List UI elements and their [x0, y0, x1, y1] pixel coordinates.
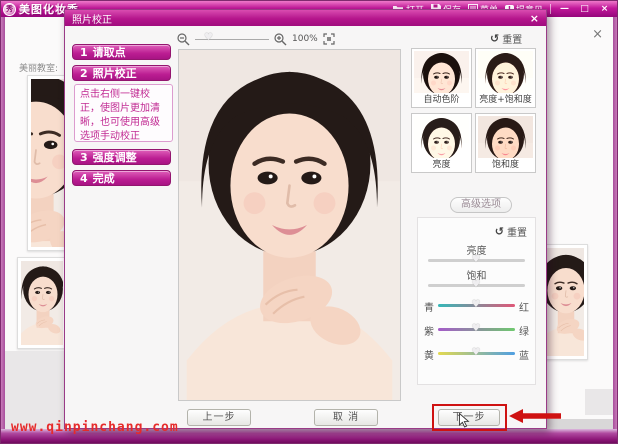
step-label: 完成 [93, 170, 115, 186]
annotation-arrow [509, 409, 561, 423]
app-window: 秀 美图化妆秀 打开 保存 菜单 ! 提意见 — □ × [0, 0, 618, 444]
preset-label: 亮度 [412, 158, 471, 172]
yellow-blue-slider[interactable]: ♥ [438, 352, 515, 355]
preset-auto-levels[interactable]: 自动色阶 [411, 48, 472, 108]
fit-screen-icon[interactable] [323, 33, 335, 45]
slider-thumb[interactable]: ♥ [472, 324, 481, 334]
yellow-label: 黄 [424, 347, 434, 362]
panel-placeholder [585, 389, 615, 415]
step-1-pill: 1 请取点 [72, 44, 171, 60]
purple-green-slider[interactable]: ♥ [438, 328, 515, 331]
watermark-text: www.qinpinchang.com [11, 420, 179, 435]
toolbar-separator [550, 4, 551, 14]
red-label: 红 [519, 299, 529, 314]
panel-placeholder [5, 351, 65, 431]
dialog-title: 照片校正 [72, 11, 112, 26]
zoom-slider[interactable]: ♥ [195, 39, 269, 40]
dialog-header: 照片校正 × [65, 10, 546, 26]
step-label: 强度调整 [93, 149, 137, 165]
preset-label: 饱和度 [476, 158, 535, 172]
slider-thumb[interactable]: ♥ [472, 348, 481, 358]
reset-label: 重置 [507, 224, 527, 239]
app-logo-icon: 秀 [3, 3, 16, 16]
slider-thumb[interactable]: ♥ [472, 255, 481, 265]
reset-icon: ↺ [490, 34, 499, 44]
slider-thumb[interactable]: ♥ [472, 300, 481, 310]
step-2-pill: 2 照片校正 [72, 65, 171, 81]
adjustment-panel: ↺ 重置 亮度 ♥ 饱和 ♥ 青 ♥ 红 紫 ♥ 绿 黄 ♥ [417, 217, 536, 385]
preset-label: 自动色阶 [412, 93, 471, 107]
photo-correction-dialog: 照片校正 × 1 请取点 2 照片校正 点击右侧一键校正，使图片更加清晰，也可使… [64, 9, 547, 429]
brightness-slider[interactable]: ♥ [428, 259, 525, 262]
window-edge-right [613, 17, 617, 429]
zoom-out-icon[interactable] [177, 33, 190, 46]
advanced-options-button[interactable]: 高级选项 [450, 197, 512, 213]
preset-brightness-saturation[interactable]: 亮度+饱和度 [475, 48, 536, 108]
step-label: 请取点 [93, 44, 126, 60]
step-hint-text: 点击右侧一键校正，使图片更加清晰，也可使用高级选项手动校正 [74, 84, 173, 142]
preset-thumbnail [478, 116, 533, 158]
step-number: 2 [80, 67, 88, 80]
prev-step-button[interactable]: 上一步 [187, 409, 251, 426]
maximize-button[interactable]: □ [578, 4, 591, 14]
preset-thumbnail [478, 51, 533, 93]
zoom-level: 100% [292, 34, 318, 44]
preset-thumbnail [414, 51, 469, 93]
reset-icon: ↺ [495, 227, 504, 237]
gallery-photo[interactable] [17, 257, 67, 349]
step-3-pill: 3 强度调整 [72, 149, 171, 165]
reset-presets-button[interactable]: ↺ 重置 [490, 31, 522, 46]
purple-label: 紫 [424, 323, 434, 338]
step-4-pill: 4 完成 [72, 170, 171, 186]
cyan-red-slider[interactable]: ♥ [438, 304, 515, 307]
blue-label: 蓝 [519, 347, 529, 362]
mouse-cursor [459, 413, 470, 428]
step-number: 1 [80, 46, 88, 59]
step-number: 4 [80, 172, 88, 185]
workspace-close-icon[interactable]: × [592, 27, 603, 42]
gallery-photo[interactable] [542, 244, 588, 360]
step-number: 3 [80, 151, 88, 164]
cancel-button[interactable]: 取 消 [314, 409, 378, 426]
window-edge-left [1, 17, 5, 429]
close-button[interactable]: × [598, 4, 611, 14]
preset-saturation[interactable]: 饱和度 [475, 113, 536, 173]
zoom-slider-thumb[interactable]: ♥ [204, 33, 213, 43]
reset-adjust-button[interactable]: ↺ 重置 [495, 224, 527, 239]
preset-brightness[interactable]: 亮度 [411, 113, 472, 173]
zoom-in-icon[interactable] [274, 33, 287, 46]
cyan-label: 青 [424, 299, 434, 314]
section-label: 美丽教室: [19, 61, 58, 74]
slider-thumb[interactable]: ♥ [472, 280, 481, 290]
preset-thumbnail [414, 116, 469, 158]
minimize-button[interactable]: — [558, 4, 571, 14]
step-label: 照片校正 [93, 65, 137, 81]
preset-label: 亮度+饱和度 [476, 93, 535, 107]
dialog-close-icon[interactable]: × [530, 12, 539, 25]
photo-canvas[interactable] [178, 49, 401, 401]
reset-label: 重置 [502, 31, 522, 46]
green-label: 绿 [519, 323, 529, 338]
zoom-toolbar: ♥ 100% [177, 32, 335, 46]
saturation-slider[interactable]: ♥ [428, 284, 525, 287]
